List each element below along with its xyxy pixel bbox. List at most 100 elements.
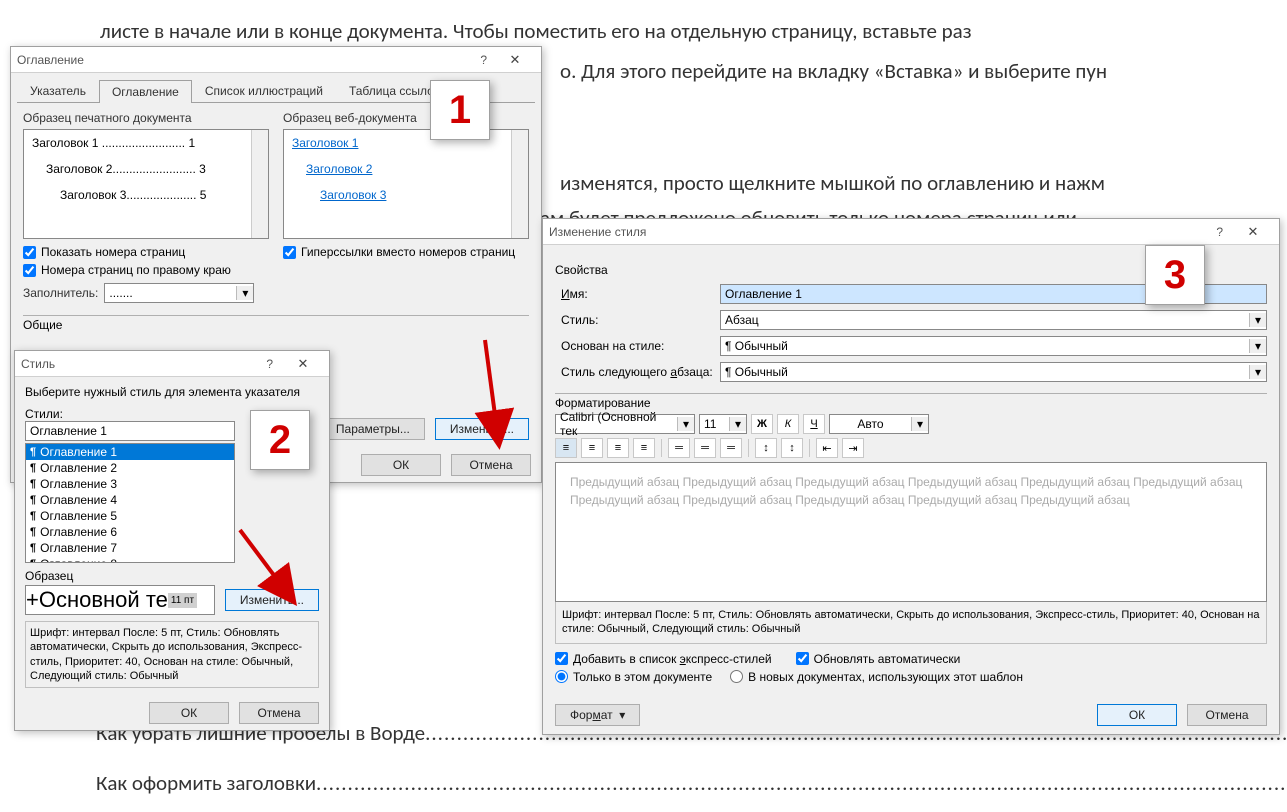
- ok-button[interactable]: ОК: [361, 454, 441, 476]
- style-dialog: Стиль ? ✕ Выберите нужный стиль для элем…: [14, 350, 330, 731]
- ok-button[interactable]: ОК: [1097, 704, 1177, 726]
- next-style-label: Стиль следующего абзаца:: [561, 365, 713, 379]
- align-justify-button[interactable]: ≡: [633, 438, 655, 458]
- preview-line: Заголовок 2......................... 3: [32, 162, 260, 176]
- leader-label: Заполнитель:: [23, 286, 98, 300]
- style-instruction: Выберите нужный стиль для элемента указа…: [25, 385, 319, 399]
- callout-2: 2: [250, 410, 310, 470]
- preview-line: Заголовок 3..................... 5: [32, 188, 260, 202]
- close-icon[interactable]: ✕: [495, 49, 535, 71]
- list-item[interactable]: ¶Оглавление 8: [26, 556, 234, 563]
- font-size-combo[interactable]: 11▾: [699, 414, 747, 434]
- list-item[interactable]: ¶Оглавление 4: [26, 492, 234, 508]
- styles-listbox[interactable]: ¶Оглавление 1 ¶Оглавление 2 ¶Оглавление …: [25, 443, 235, 563]
- close-icon[interactable]: ✕: [283, 353, 323, 375]
- style-title: Стиль: [21, 357, 55, 371]
- based-on-label: Основан на стиле:: [561, 339, 664, 353]
- line-spacing-15-button[interactable]: ═: [694, 438, 716, 458]
- chevron-down-icon: ▾: [1249, 365, 1266, 379]
- only-this-doc-radio[interactable]: Только в этом документе: [555, 670, 712, 684]
- tab-illustrations[interactable]: Список иллюстраций: [192, 79, 336, 102]
- chevron-down-icon: ▾: [911, 417, 928, 431]
- modify-style-titlebar[interactable]: Изменение стиля ? ✕: [543, 219, 1279, 245]
- add-quick-checkbox[interactable]: Добавить в список экспресс-стилей: [555, 652, 772, 666]
- list-item[interactable]: ¶Оглавление 1: [26, 444, 234, 460]
- style-type-label: Стиль:: [561, 313, 598, 327]
- bg-text-1: листе в начале или в конце документа. Чт…: [100, 18, 972, 44]
- cancel-button[interactable]: Отмена: [239, 702, 319, 724]
- web-preview: Заголовок 1 Заголовок 2 Заголовок 3: [283, 129, 529, 239]
- format-button[interactable]: Формат ▾: [555, 704, 640, 726]
- leader-combo[interactable]: .......▾: [104, 283, 254, 303]
- right-align-checkbox[interactable]: Номера страниц по правому краю: [23, 263, 269, 277]
- style-titlebar[interactable]: Стиль ? ✕: [15, 351, 329, 377]
- list-item[interactable]: ¶Оглавление 2: [26, 460, 234, 476]
- close-icon[interactable]: ✕: [1233, 221, 1273, 243]
- chevron-down-icon: ▾: [1249, 339, 1266, 353]
- print-preview-label: Образец печатного документа: [23, 111, 269, 125]
- style-name-input[interactable]: [25, 421, 235, 441]
- line-spacing-2-button[interactable]: ═: [720, 438, 742, 458]
- line-spacing-1-button[interactable]: ═: [668, 438, 690, 458]
- style-description: Шрифт: интервал После: 5 пт, Стиль: Обно…: [25, 621, 319, 688]
- based-on-combo[interactable]: ¶ Обычный▾: [720, 336, 1267, 356]
- new-docs-radio[interactable]: В новых документах, использующих этот ша…: [730, 670, 1023, 684]
- formatting-section: Форматирование: [555, 393, 1267, 410]
- space-before-down-button[interactable]: ↕: [781, 438, 803, 458]
- web-preview-label: Образец веб-документа: [283, 111, 529, 125]
- list-item[interactable]: ¶Оглавление 3: [26, 476, 234, 492]
- space-before-up-button[interactable]: ↕: [755, 438, 777, 458]
- auto-update-checkbox[interactable]: Обновлять автоматически: [796, 652, 961, 666]
- help-icon[interactable]: ?: [256, 357, 283, 371]
- list-item[interactable]: ¶Оглавление 6: [26, 524, 234, 540]
- ok-button[interactable]: ОК: [149, 702, 229, 724]
- sample-preview: +Основной те11 пт: [25, 585, 215, 615]
- toc-title: Оглавление: [17, 53, 84, 67]
- style-type-combo[interactable]: Абзац▾: [720, 310, 1267, 330]
- align-left-button[interactable]: ≡: [555, 438, 577, 458]
- name-label: Имя:: [561, 287, 588, 301]
- bg-text-3: изменятся, просто щелкните мышкой по огл…: [560, 170, 1105, 196]
- list-item[interactable]: ¶Оглавление 7: [26, 540, 234, 556]
- align-right-button[interactable]: ≡: [607, 438, 629, 458]
- scrollbar[interactable]: [251, 130, 268, 238]
- print-preview: Заголовок 1 ......................... 1 …: [23, 129, 269, 239]
- font-color-combo[interactable]: Авто▾: [829, 414, 929, 434]
- sample-label: Образец: [25, 569, 319, 583]
- indent-increase-button[interactable]: ⇥: [842, 438, 864, 458]
- modify-button[interactable]: Изменить...: [435, 418, 529, 440]
- chevron-down-icon: ▾: [236, 286, 253, 300]
- cancel-button[interactable]: Отмена: [451, 454, 531, 476]
- list-item[interactable]: ¶Оглавление 5: [26, 508, 234, 524]
- callout-1: 1: [430, 80, 490, 140]
- next-style-combo[interactable]: ¶ Обычный▾: [720, 362, 1267, 382]
- cancel-button[interactable]: Отмена: [1187, 704, 1267, 726]
- modify-style-title: Изменение стиля: [549, 225, 646, 239]
- scrollbar[interactable]: [511, 130, 528, 238]
- chevron-down-icon: ▾: [1249, 313, 1266, 327]
- tab-index[interactable]: Указатель: [17, 79, 99, 102]
- callout-3: 3: [1145, 245, 1205, 305]
- toc-titlebar[interactable]: Оглавление ? ✕: [11, 47, 541, 73]
- modify-style-button[interactable]: Изменить...: [225, 589, 319, 611]
- options-button[interactable]: Параметры...: [321, 418, 425, 440]
- indent-decrease-button[interactable]: ⇤: [816, 438, 838, 458]
- chevron-down-icon: ▾: [729, 417, 746, 431]
- underline-button[interactable]: Ч: [803, 414, 825, 434]
- align-center-button[interactable]: ≡: [581, 438, 603, 458]
- style-description: Шрифт: интервал После: 5 пт, Стиль: Обно…: [555, 602, 1267, 644]
- preview-link: Заголовок 2: [292, 162, 520, 176]
- show-page-numbers-checkbox[interactable]: Показать номера страниц: [23, 245, 269, 259]
- bold-button[interactable]: Ж: [751, 414, 773, 434]
- italic-button[interactable]: К: [777, 414, 799, 434]
- font-combo[interactable]: Calibri (Основной тек▾: [555, 414, 695, 434]
- tab-toc[interactable]: Оглавление: [99, 80, 192, 103]
- hyperlinks-checkbox[interactable]: Гиперссылки вместо номеров страниц: [283, 245, 529, 259]
- bg-text-6: Как оформить заголовки..................…: [96, 770, 1287, 796]
- chevron-down-icon: ▾: [677, 417, 694, 431]
- preview-line: Заголовок 1 ......................... 1: [32, 136, 260, 150]
- bg-text-2: о. Для этого перейдите на вкладку «Встав…: [560, 58, 1107, 84]
- preview-link: Заголовок 3: [292, 188, 520, 202]
- help-icon[interactable]: ?: [472, 53, 495, 67]
- help-icon[interactable]: ?: [1206, 225, 1233, 239]
